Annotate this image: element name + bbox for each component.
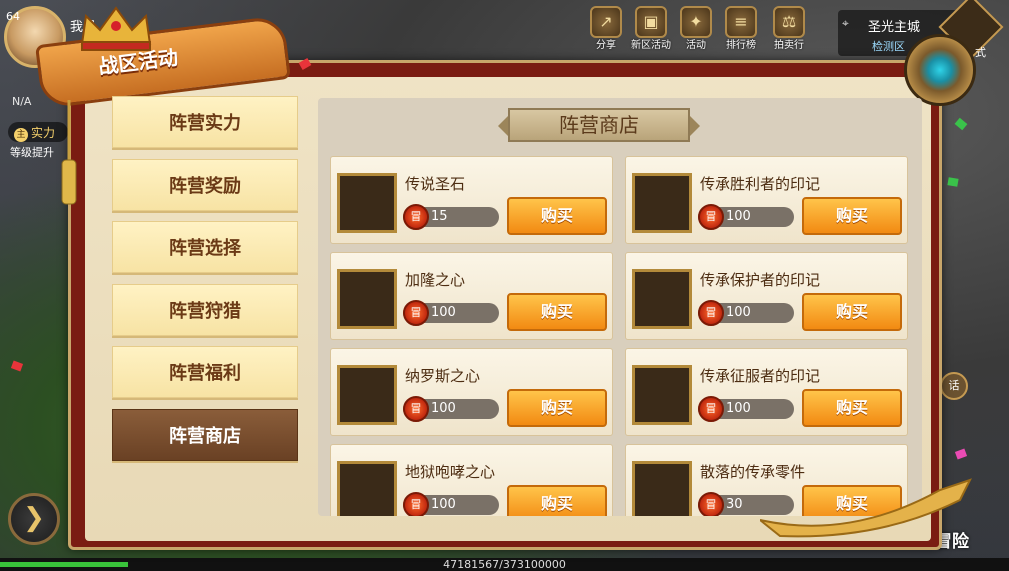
gear-part-icon [632, 461, 692, 516]
auction-button[interactable]: ⚖ 拍卖行 [766, 6, 812, 51]
item-price: 100 [726, 401, 751, 416]
tab-camp-hunting[interactable]: 阵营狩猎 [112, 283, 298, 336]
victory-rune-icon [632, 173, 692, 233]
confetti [954, 448, 968, 460]
item-name: 传承胜利者的印记 [700, 175, 821, 193]
tab-camp-rewards[interactable]: 阵营奖励 [112, 158, 298, 211]
red-heart-orb-icon [337, 461, 397, 516]
new-server-label: 新区活动 [631, 40, 671, 51]
currency-icon: 冒 [698, 204, 724, 230]
conqueror-rune-icon [632, 365, 692, 425]
protector-rune-icon [632, 269, 692, 329]
decorative-ribbon [760, 478, 972, 538]
tab-camp-selection[interactable]: 阵营选择 [112, 221, 298, 274]
expand-arrow-button[interactable]: ❯ [8, 493, 60, 545]
power-label: 实力 [31, 126, 56, 140]
buy-button[interactable]: 购买 [507, 485, 607, 516]
confetti [947, 177, 959, 187]
share-button[interactable]: ↗ 分享 [586, 6, 626, 51]
currency-icon: 冒 [403, 396, 429, 422]
shop-grid: 传说圣石 冒 15 购买 传承胜利者的印记 冒 100 购买 加隆之心 冒 10… [318, 98, 922, 516]
auction-icon: ⚖ [773, 6, 805, 38]
item-price: 30 [726, 497, 743, 512]
dark-heart-orb-icon [337, 365, 397, 425]
currency-icon: 冒 [698, 492, 724, 516]
chat-label: 话 [948, 379, 960, 392]
item-price: 15 [431, 209, 448, 224]
item-name: 传承保护者的印记 [700, 271, 821, 289]
tab-camp-shop[interactable]: 阵营商店 [112, 408, 298, 461]
item-name: 传说圣石 [405, 175, 466, 193]
ranking-label: 排行榜 [726, 40, 756, 51]
share-icon: ↗ [590, 6, 622, 38]
currency-icon: 冒 [403, 492, 429, 516]
tab-label: 阵营福利 [169, 363, 241, 385]
buy-button[interactable]: 购买 [802, 389, 902, 427]
corner-label: 式 [975, 46, 986, 59]
tab-label: 阵营奖励 [169, 175, 241, 197]
tassel-icon [61, 100, 77, 205]
location-city: 圣光主城 [868, 20, 921, 35]
shop-item-card: 传承保护者的印记 冒 100 购买 [625, 252, 908, 340]
share-label: 分享 [596, 40, 616, 51]
location-pin-icon: ⌖ [842, 16, 849, 30]
buy-button[interactable]: 购买 [507, 293, 607, 331]
buy-button[interactable]: 购买 [802, 293, 902, 331]
confetti [954, 117, 968, 131]
item-name: 地狱咆哮之心 [405, 463, 496, 481]
ranking-icon: ≡ [725, 6, 757, 38]
confetti [10, 360, 24, 372]
currency-icon: 冒 [403, 300, 429, 326]
shop-item-card: 传承胜利者的印记 冒 100 购买 [625, 156, 908, 244]
auction-label: 拍卖行 [774, 40, 804, 51]
currency-icon: 冒 [698, 300, 724, 326]
shop-item-card: 传承征服者的印记 冒 100 购买 [625, 348, 908, 436]
shop-item-card: 纳罗斯之心 冒 100 购买 [330, 348, 613, 436]
shop-area: 传说圣石 冒 15 购买 传承胜利者的印记 冒 100 购买 加隆之心 冒 10… [318, 98, 922, 516]
buy-button[interactable]: 购买 [507, 389, 607, 427]
currency-icon: 冒 [403, 204, 429, 230]
item-price: 100 [431, 305, 456, 320]
events-label: 活动 [686, 40, 706, 51]
tab-label: 阵营实力 [169, 113, 241, 134]
chat-button[interactable]: 话 [940, 372, 968, 400]
cyan-heart-orb-icon [337, 269, 397, 329]
new-server-event-button[interactable]: ▣ 新区活动 [628, 6, 674, 51]
buy-button[interactable]: 购买 [802, 197, 902, 235]
player-level: 64 [6, 10, 20, 23]
amber-stone-icon [337, 173, 397, 233]
top-menu: ↗ 分享 ▣ 新区活动 ✦ 活动 ≡ 排行榜 ⚖ 拍卖行 [586, 6, 812, 51]
na-label: N/A [12, 95, 32, 108]
tab-label: 阵营选择 [169, 238, 241, 260]
tab-camp-strength[interactable]: 阵营实力 [112, 96, 298, 148]
item-name: 纳罗斯之心 [405, 367, 481, 385]
events-button[interactable]: ✦ 活动 [676, 6, 716, 51]
item-name: 传承征服者的印记 [700, 367, 821, 385]
exp-bar: 47181567/373100000 [0, 558, 1009, 571]
shop-item-card: 传说圣石 冒 15 购买 [330, 156, 613, 244]
power-prefix: 主 [14, 128, 28, 142]
item-price: 100 [431, 497, 456, 512]
close-orb-button[interactable] [904, 34, 976, 106]
item-price: 100 [431, 401, 456, 416]
item-price: 100 [726, 305, 751, 320]
item-name: 加隆之心 [405, 271, 466, 289]
new-server-icon: ▣ [635, 6, 667, 38]
item-price: 100 [726, 209, 751, 224]
shop-item-card: 加隆之心 冒 100 购买 [330, 252, 613, 340]
tab-label: 阵营狩猎 [169, 300, 241, 322]
exp-text: 47181567/373100000 [443, 558, 566, 571]
buy-button[interactable]: 购买 [507, 197, 607, 235]
location-sub: 检测区 [872, 40, 905, 53]
tab-list: 阵营实力 阵营奖励 阵营选择 阵营狩猎 阵营福利 阵营商店 [112, 96, 300, 472]
crown-icon [80, 6, 152, 51]
tab-label: 阵营商店 [169, 425, 241, 447]
currency-icon: 冒 [698, 396, 724, 422]
ranking-button[interactable]: ≡ 排行榜 [718, 6, 764, 51]
tab-camp-welfare[interactable]: 阵营福利 [112, 346, 298, 399]
shop-item-card: 地狱咆哮之心 冒 100 购买 [330, 444, 613, 516]
level-hint: 等级提升 [10, 146, 54, 159]
gift-icon: ✦ [680, 6, 712, 38]
shop-title: 阵营商店 [498, 108, 700, 142]
